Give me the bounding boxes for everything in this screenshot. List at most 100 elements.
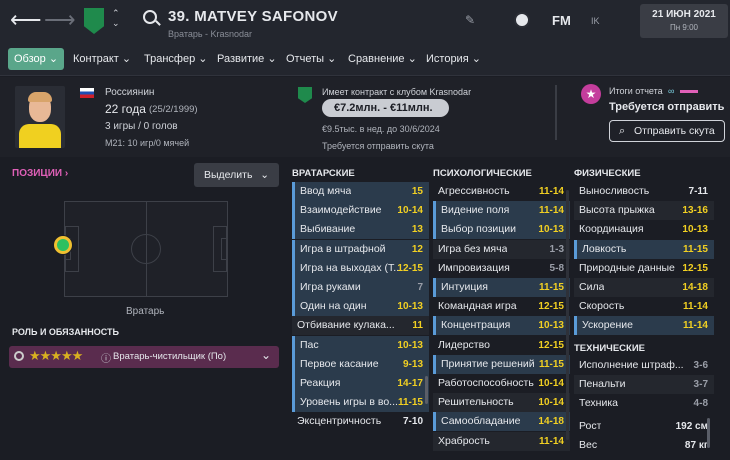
- attr-row[interactable]: Эксцентричность 7-10: [292, 412, 429, 431]
- attr-label: Решительность: [438, 396, 514, 409]
- birth-date: (25/2/1999): [149, 104, 198, 115]
- attr-value: 10-13: [538, 224, 564, 236]
- tab-comparison[interactable]: Сравнение ⌄: [348, 48, 417, 70]
- attr-row[interactable]: Уровень игры в во... 11-15: [292, 393, 429, 413]
- attr-row[interactable]: Решительность 10-14: [433, 393, 570, 413]
- tab-history[interactable]: История ⌄: [426, 48, 481, 70]
- edit-icon[interactable]: ✎: [465, 13, 475, 27]
- attr-row[interactable]: Взаимодействие 10-14: [292, 201, 429, 221]
- attr-label: Работоспособность: [438, 377, 534, 389]
- attr-row[interactable]: Игра на выходах (Т... 12-15: [292, 258, 429, 278]
- attr-row[interactable]: Интуиция 11-15: [433, 278, 570, 297]
- attr-label: Уровень игры в во...: [300, 396, 398, 409]
- search-icon[interactable]: [143, 10, 157, 24]
- tab-contract[interactable]: Контракт ⌄: [73, 48, 131, 70]
- player-switch-icon[interactable]: ⌃ ⌄: [112, 8, 120, 28]
- attr-row[interactable]: Самообладание 14-18: [433, 412, 570, 432]
- attr-row[interactable]: Высота прыжка 13-16: [574, 201, 714, 221]
- attr-row[interactable]: Исполнение штраф... 3-6: [574, 356, 714, 375]
- report-star-icon: ★: [581, 84, 601, 104]
- attr-row[interactable]: Координация 10-13: [574, 220, 714, 239]
- attr-row[interactable]: Отбивание кулака... 11: [292, 316, 429, 336]
- attr-label: Игра на выходах (Т...: [300, 261, 403, 274]
- attr-label: Первое касание: [300, 357, 379, 370]
- attr-label: Координация: [579, 223, 644, 236]
- role-selector[interactable]: ★★★★★ ⓘ Вратарь-чистильщик (По) ⌄: [9, 346, 279, 368]
- attr-row[interactable]: Импровизация 5-8: [433, 259, 570, 278]
- attr-row[interactable]: Командная игра 12-15: [433, 297, 570, 316]
- attr-value: 14-18: [682, 282, 708, 293]
- attr-row[interactable]: Видение поля 11-14: [433, 201, 570, 221]
- highlight-select-label: Выделить: [204, 169, 253, 181]
- send-scout-button[interactable]: ⌕ Отправить скута: [609, 120, 725, 142]
- attr-row[interactable]: Выносливость 7-11: [574, 182, 714, 201]
- attr-row[interactable]: Один на один 10-13: [292, 297, 429, 317]
- tab-reports[interactable]: Отчеты ⌄: [286, 48, 336, 70]
- value-badge[interactable]: €7.2млн. - €11млн.: [322, 99, 449, 117]
- attr-row[interactable]: Выбор позиции 10-13: [433, 220, 570, 240]
- info-icon[interactable]: ⓘ: [101, 350, 111, 365]
- highlight-select[interactable]: Выделить ⌄: [194, 163, 279, 187]
- attr-value: 10-13: [682, 224, 708, 236]
- attr-row[interactable]: Концентрация 10-13: [433, 316, 570, 336]
- attr-label: Техника: [579, 397, 619, 410]
- forward-arrow-icon[interactable]: ⟶: [44, 9, 76, 31]
- player-photo: [15, 86, 65, 148]
- attr-row[interactable]: Игра без мяча 1-3: [433, 239, 570, 259]
- attr-row[interactable]: Реакция 14-17: [292, 374, 429, 393]
- attr-row[interactable]: Ловкость 11-15: [574, 239, 714, 259]
- ball-icon[interactable]: [514, 12, 530, 28]
- positions-link[interactable]: ПОЗИЦИИ ›: [12, 168, 68, 179]
- position-label: Вратарь: [126, 306, 165, 317]
- tab-transfer[interactable]: Трансфер ⌄: [144, 48, 207, 70]
- attr-label: Лидерство: [438, 338, 490, 351]
- attr-row[interactable]: Техника 4-8: [574, 394, 714, 413]
- attr-label: Выбор позиции: [441, 223, 516, 236]
- attr-value: 12-15: [397, 262, 423, 274]
- attr-label: Выносливость: [579, 185, 650, 197]
- attr-value: 10-14: [538, 378, 564, 389]
- mental-attrs-heading: ПСИХОЛОГИЧЕСКИЕ: [433, 168, 532, 179]
- date-widget[interactable]: 21 ИЮН 2021 Пн 9:00: [640, 4, 728, 38]
- attr-value: 13-16: [682, 205, 708, 217]
- role-heading: РОЛЬ И ОБЯЗАННОСТЬ: [12, 327, 120, 337]
- attr-row[interactable]: Первое касание 9-13: [292, 354, 429, 374]
- attrs-scrollbar-2[interactable]: [566, 190, 569, 440]
- attr-value: 7-11: [688, 186, 708, 197]
- attr-label: Высота прыжка: [579, 204, 655, 217]
- tab-development[interactable]: Развитие ⌄: [217, 48, 277, 70]
- ik-label[interactable]: IK: [591, 16, 600, 26]
- back-arrow-icon[interactable]: ⟵: [10, 9, 42, 31]
- attr-row[interactable]: Сила 14-18: [574, 278, 714, 297]
- header-scrollbar[interactable]: [555, 85, 557, 140]
- role-radio[interactable]: [14, 351, 24, 361]
- tab-overview[interactable]: Обзор ⌄: [8, 48, 65, 70]
- position-marker-gk[interactable]: [54, 236, 72, 254]
- search-icon: ⌕: [619, 125, 626, 137]
- attr-value: 12-15: [538, 301, 564, 313]
- attr-row[interactable]: Работоспособность 10-14: [433, 374, 570, 393]
- attr-row[interactable]: Принятие решений 11-15: [433, 354, 570, 374]
- physical-attrs-heading: ФИЗИЧЕСКИЕ: [574, 168, 641, 179]
- attr-row[interactable]: Выбивание 13: [292, 220, 429, 240]
- attr-row[interactable]: Игра в штрафной 12: [292, 239, 429, 259]
- attr-value: 11: [412, 320, 423, 332]
- attr-row[interactable]: Агрессивность 11-14: [433, 182, 570, 201]
- attr-row[interactable]: Ввод мяча 15: [292, 182, 429, 201]
- attr-row[interactable]: Лидерство 12-15: [433, 336, 570, 355]
- attr-row[interactable]: Храбрость 11-14: [433, 431, 570, 451]
- attr-row[interactable]: Пас 10-13: [292, 335, 429, 355]
- attr-value: 11-15: [538, 282, 564, 293]
- attr-row[interactable]: Игра руками 7: [292, 278, 429, 297]
- fm-logo[interactable]: FM: [552, 13, 571, 28]
- attr-row[interactable]: Скорость 11-14: [574, 297, 714, 316]
- attr-value: 7-10: [402, 416, 423, 428]
- attrs-scrollbar-3[interactable]: [707, 418, 710, 448]
- attrs-scrollbar-1[interactable]: [425, 376, 428, 404]
- attr-row[interactable]: Ускорение 11-14: [574, 316, 714, 336]
- player-subtitle[interactable]: Вратарь - Krasnodar: [168, 29, 252, 39]
- attr-row[interactable]: Природные данные 12-15: [574, 259, 714, 278]
- attr-label: Один на один: [300, 300, 367, 313]
- technical-attrs-heading: ТЕХНИЧЕСКИЕ: [574, 343, 645, 354]
- attr-row[interactable]: Пенальти 3-7: [574, 375, 714, 395]
